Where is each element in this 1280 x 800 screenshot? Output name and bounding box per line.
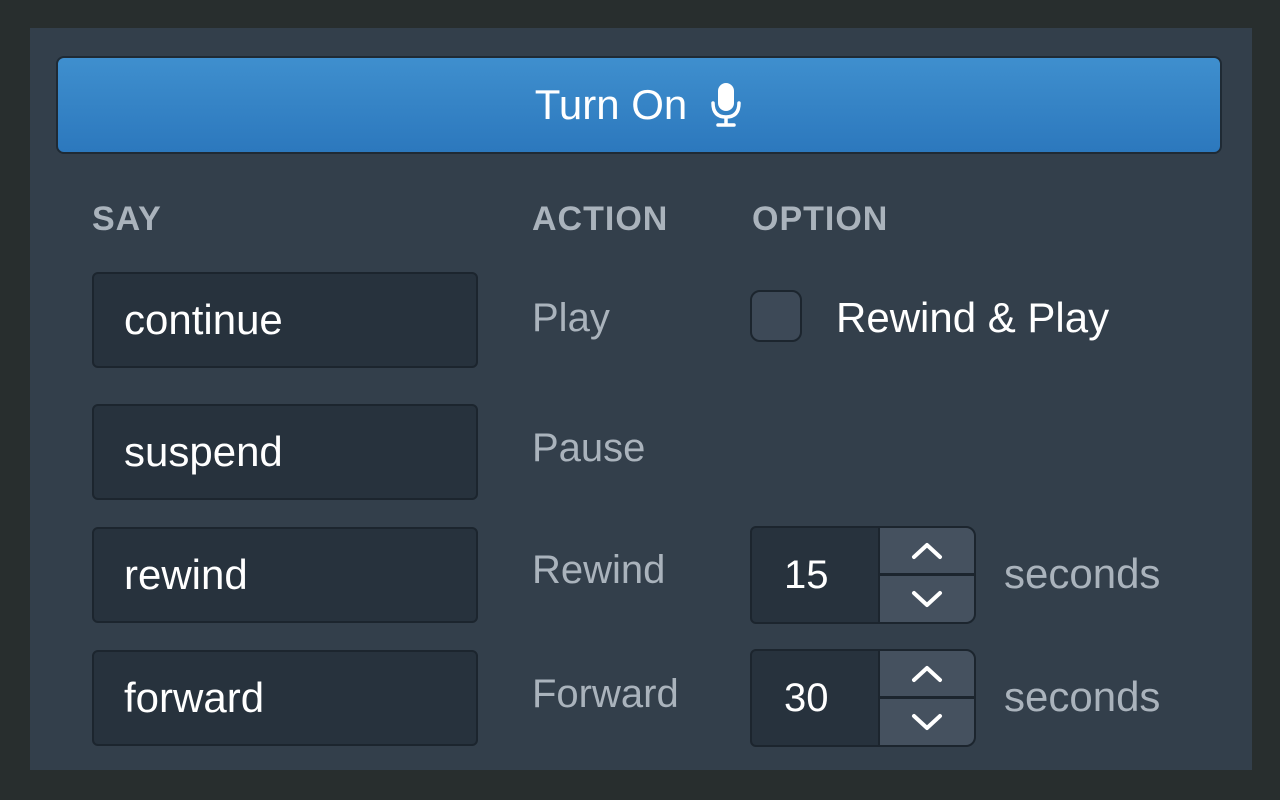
- forward-seconds-field[interactable]: [750, 649, 880, 747]
- rewind-seconds-unit: seconds: [1004, 550, 1161, 597]
- say-input-pause[interactable]: [92, 404, 478, 500]
- rewind-seconds-stepper: [750, 526, 976, 624]
- action-header: ACTION: [532, 200, 669, 238]
- rewind-decrement-button[interactable]: [878, 575, 976, 624]
- action-label-play: Play: [532, 296, 610, 340]
- say-header: SAY: [92, 200, 162, 238]
- option-header: OPTION: [752, 200, 889, 238]
- action-label-rewind: Rewind: [532, 548, 666, 592]
- rewind-increment-button[interactable]: [878, 526, 976, 575]
- forward-decrement-button[interactable]: [878, 698, 976, 747]
- forward-seconds-stepper: [750, 649, 976, 747]
- forward-increment-button[interactable]: [878, 649, 976, 698]
- say-input-play[interactable]: [92, 272, 478, 368]
- say-input-forward[interactable]: [92, 650, 478, 746]
- rewind-and-play-label[interactable]: Rewind & Play: [836, 294, 1109, 342]
- turn-on-label: Turn On: [534, 81, 688, 128]
- rewind-and-play-checkbox[interactable]: [750, 290, 802, 342]
- voice-commands-panel: Turn On SAY ACTION OPTION Play Rewind & …: [30, 28, 1252, 770]
- chevron-up-icon: [912, 665, 942, 682]
- say-input-rewind[interactable]: [92, 527, 478, 623]
- chevron-up-icon: [912, 542, 942, 559]
- action-label-pause: Pause: [532, 426, 646, 470]
- action-label-forward: Forward: [532, 672, 679, 716]
- microphone-icon: [709, 81, 743, 129]
- turn-on-button[interactable]: Turn On: [56, 56, 1222, 154]
- rewind-seconds-field[interactable]: [750, 526, 880, 624]
- chevron-down-icon: [912, 591, 942, 607]
- forward-seconds-unit: seconds: [1004, 673, 1161, 720]
- chevron-down-icon: [912, 714, 942, 730]
